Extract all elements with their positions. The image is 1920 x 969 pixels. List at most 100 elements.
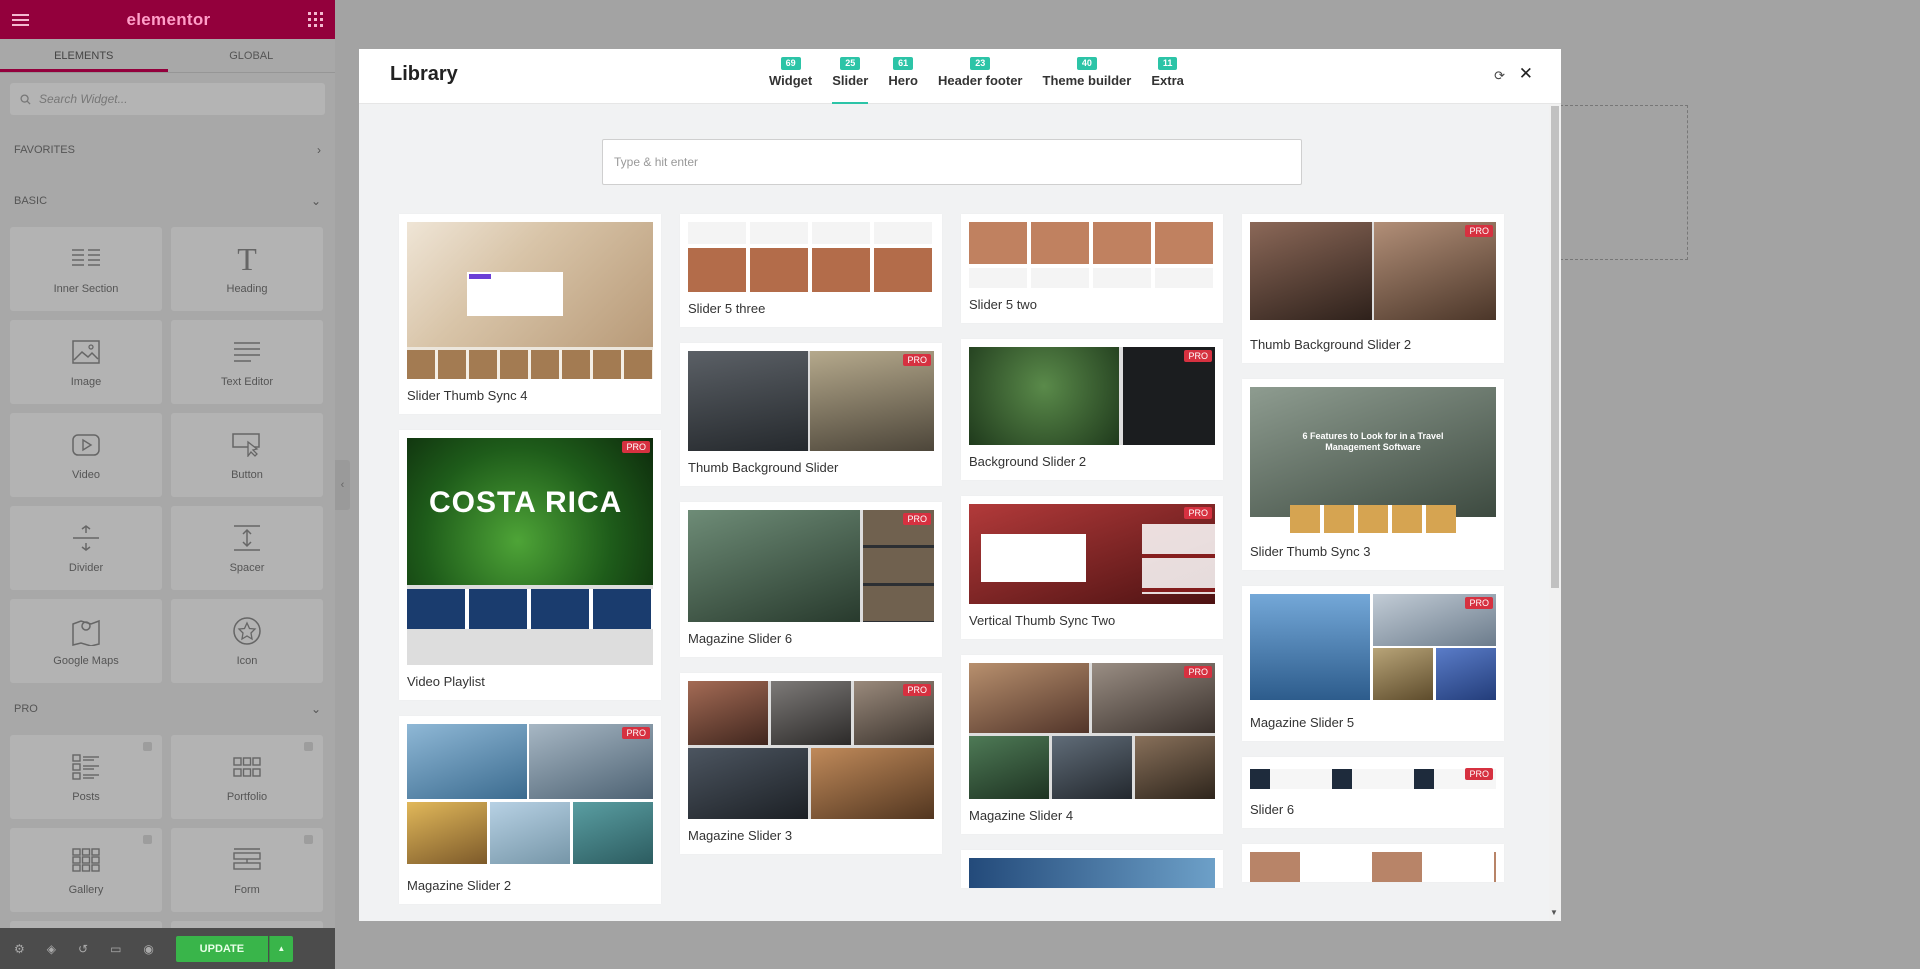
template-thumbnail	[1250, 852, 1496, 882]
library-header: Library 69 Widget 25 Slider 61 Hero 23 H…	[359, 49, 1561, 104]
basic-section-header[interactable]: BASIC ⌄	[0, 175, 335, 227]
widget-label: Heading	[226, 283, 268, 295]
widget-button[interactable]: Button	[171, 413, 323, 497]
widget-gallery[interactable]: Gallery	[10, 828, 162, 912]
tab-slider[interactable]: 25 Slider	[832, 49, 869, 104]
preview-eye-icon[interactable]: ◉	[143, 942, 153, 956]
pro-section-header[interactable]: PRO ⌄	[0, 683, 335, 735]
library-title: Library	[390, 63, 458, 85]
widget-spacer[interactable]: Spacer	[171, 506, 323, 590]
widget-posts[interactable]: Posts	[10, 735, 162, 819]
button-icon	[231, 429, 263, 461]
hamburger-menu-icon[interactable]	[12, 13, 29, 26]
sync-refresh-icon[interactable]: ⟳	[1494, 68, 1505, 84]
template-thumbnail	[407, 222, 653, 379]
library-scrollbar[interactable]: ▼	[1549, 104, 1561, 921]
template-card[interactable]: PRO Magazine Slider 4	[961, 655, 1223, 834]
template-title: Thumb Background Slider 2	[1250, 337, 1412, 352]
template-title: Slider Thumb Sync 3	[1250, 544, 1371, 559]
template-card[interactable]: PRO Magazine Slider 3	[680, 673, 942, 854]
widget-inner-section[interactable]: Inner Section	[10, 227, 162, 311]
widget-label: Inner Section	[53, 283, 119, 295]
template-card[interactable]: PRO Slider 6	[1242, 757, 1504, 828]
history-icon[interactable]: ↺	[78, 942, 88, 956]
basic-widgets-grid: Inner Section T Heading Image Text Edito…	[0, 227, 335, 683]
template-card[interactable]	[1242, 844, 1504, 882]
template-title: Slider 6	[1250, 802, 1295, 817]
widget-label: Video	[72, 469, 100, 481]
responsive-mode-icon[interactable]: ▭	[110, 942, 121, 956]
template-card[interactable]: PRO Thumb Background Slider 2	[1242, 214, 1504, 363]
widget-text-editor[interactable]: Text Editor	[171, 320, 323, 404]
widget-portfolio[interactable]: Portfolio	[171, 735, 323, 819]
widget-label: Image	[70, 376, 102, 388]
close-icon[interactable]: ✕	[1519, 64, 1533, 84]
tab-elements[interactable]: ELEMENTS	[0, 39, 168, 72]
widget-divider[interactable]: Divider	[10, 506, 162, 590]
template-card[interactable]: PRO Background Slider 2	[961, 339, 1223, 480]
search-icon	[20, 93, 31, 105]
template-card[interactable]: Slider 5 two	[961, 214, 1223, 323]
widgets-grid-icon[interactable]	[307, 12, 323, 27]
pro-badge: PRO	[1184, 507, 1212, 519]
template-card[interactable]: PRO Magazine Slider 2	[399, 716, 661, 904]
template-card[interactable]: PRO Magazine Slider 6	[680, 502, 942, 657]
tab-theme-builder[interactable]: 40 Theme builder	[1042, 49, 1132, 104]
template-card[interactable]: Slider 5 three	[680, 214, 942, 327]
template-card[interactable]	[961, 850, 1223, 888]
tab-global[interactable]: GLOBAL	[168, 39, 336, 72]
template-title: Vertical Thumb Sync Two	[969, 613, 1116, 628]
heading-icon: T	[237, 240, 257, 277]
template-card[interactable]: PRO Vertical Thumb Sync Two	[961, 496, 1223, 639]
tab-extra[interactable]: 11 Extra	[1151, 49, 1184, 104]
template-thumbnail	[969, 858, 1215, 888]
template-thumbnail: PRO	[688, 510, 934, 622]
widget-heading[interactable]: T Heading	[171, 227, 323, 311]
library-search-input[interactable]: Type & hit enter	[602, 139, 1302, 185]
widget-label: Button	[231, 469, 263, 481]
template-card[interactable]: 6 Features to Look for in a Travel Manag…	[1242, 379, 1504, 570]
widget-video[interactable]: Video	[10, 413, 162, 497]
template-title: Slider Thumb Sync 4	[407, 388, 528, 403]
favorites-section-header[interactable]: FAVORITES ›	[0, 125, 335, 175]
tab-widget[interactable]: 69 Widget	[769, 49, 812, 104]
library-column: Slider Thumb Sync 4 COSTA RICA PRO Video…	[399, 214, 661, 920]
widget-label: Portfolio	[226, 791, 268, 803]
template-title: Video Playlist	[407, 674, 485, 689]
widget-search-input[interactable]: Search Widget...	[10, 83, 325, 115]
template-thumbnail	[688, 222, 934, 292]
tab-label: Theme builder	[1042, 73, 1132, 88]
widget-label: Spacer	[229, 562, 265, 574]
template-card[interactable]: Slider Thumb Sync 4	[399, 214, 661, 414]
navigator-layers-icon[interactable]: ◈	[47, 942, 56, 956]
template-card[interactable]: COSTA RICA PRO Video Playlist	[399, 430, 661, 700]
widget-image[interactable]: Image	[10, 320, 162, 404]
template-card[interactable]: PRO Magazine Slider 5	[1242, 586, 1504, 741]
update-options-chevron-icon[interactable]: ▲	[268, 935, 293, 962]
lock-icon	[143, 835, 152, 844]
template-title: Slider 5 two	[969, 297, 1037, 312]
template-title: Slider 5 three	[688, 301, 766, 316]
template-thumbnail: PRO	[688, 351, 934, 451]
widget-google-maps[interactable]: Google Maps	[10, 599, 162, 683]
widget-icon[interactable]: Icon	[171, 599, 323, 683]
update-button[interactable]: UPDATE	[175, 935, 268, 962]
tab-hero[interactable]: 61 Hero	[888, 49, 918, 104]
scrollbar-thumb[interactable]	[1551, 106, 1559, 588]
template-title: Magazine Slider 6	[688, 631, 793, 646]
template-title: Magazine Slider 3	[688, 828, 793, 843]
widget-label: Gallery	[68, 884, 104, 896]
tab-label: Extra	[1151, 73, 1184, 88]
template-thumbnail: PRO	[969, 663, 1215, 799]
scroll-down-arrow-icon[interactable]: ▼	[1550, 908, 1558, 917]
collapse-panel-chevron-icon[interactable]: ‹	[335, 460, 350, 510]
tab-header-footer[interactable]: 23 Header footer	[938, 49, 1023, 104]
template-title: Magazine Slider 5	[1250, 715, 1355, 730]
template-thumbnail: PRO	[1250, 222, 1496, 328]
image-icon	[70, 336, 102, 368]
settings-gear-icon[interactable]: ⚙	[14, 942, 25, 956]
pro-badge: PRO	[1184, 350, 1212, 362]
widget-form[interactable]: Form	[171, 828, 323, 912]
template-title: Background Slider 2	[969, 454, 1087, 469]
template-card[interactable]: PRO Thumb Background Slider	[680, 343, 942, 486]
